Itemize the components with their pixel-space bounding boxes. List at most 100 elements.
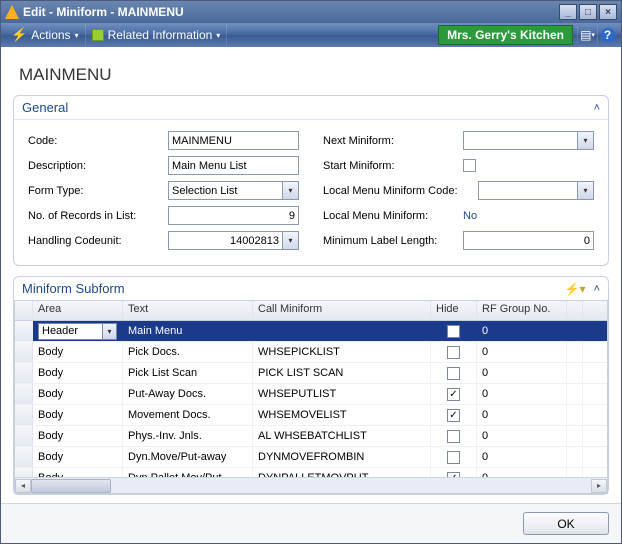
cell-area[interactable]: Header▾ <box>33 321 123 341</box>
titlebar[interactable]: Edit - Miniform - MAINMENU _ □ × <box>1 1 621 23</box>
ok-button[interactable]: OK <box>523 512 609 535</box>
cell-text[interactable]: Phys.-Inv. Jnls. <box>123 426 253 446</box>
row-selector[interactable] <box>15 426 33 446</box>
cell-text[interactable]: Dyn.Move/Put-away <box>123 447 253 467</box>
cell-area[interactable]: Body <box>33 363 123 383</box>
records-input[interactable] <box>168 206 299 225</box>
cell-call[interactable]: WHSEMOVELIST <box>253 405 431 425</box>
close-button[interactable]: × <box>599 4 617 20</box>
hide-checkbox[interactable] <box>447 451 460 464</box>
cell-rf[interactable]: 0 <box>477 321 567 341</box>
minimize-button[interactable]: _ <box>559 4 577 20</box>
row-selector[interactable] <box>15 384 33 404</box>
cell-area[interactable]: Body <box>33 426 123 446</box>
chevron-down-icon[interactable]: ▾ <box>282 181 299 200</box>
hide-checkbox[interactable] <box>447 346 460 359</box>
cell-hide[interactable]: ✓ <box>431 384 477 404</box>
table-row[interactable]: BodyDyn.Pallet Mov/PutDYNPALLETMOVPUT✓0 <box>15 468 607 477</box>
col-rf[interactable]: RF Group No. <box>477 301 567 320</box>
hide-checkbox[interactable] <box>447 325 460 338</box>
table-row[interactable]: BodyPick Docs.WHSEPICKLIST 0 <box>15 342 607 363</box>
hide-checkbox[interactable]: ✓ <box>447 472 460 478</box>
scroll-right-button[interactable]: ▸ <box>591 479 607 493</box>
cell-text[interactable]: Movement Docs. <box>123 405 253 425</box>
cell-hide[interactable] <box>431 321 477 341</box>
scroll-left-button[interactable]: ◂ <box>15 479 31 493</box>
cell-hide[interactable] <box>431 363 477 383</box>
cell-call[interactable]: WHSEPUTLIST <box>253 384 431 404</box>
col-text[interactable]: Text <box>123 301 253 320</box>
row-selector[interactable] <box>15 342 33 362</box>
chevron-down-icon[interactable]: ▾ <box>577 181 594 200</box>
cell-rf[interactable]: 0 <box>477 384 567 404</box>
bolt-icon[interactable]: ⚡▾ <box>565 282 586 296</box>
row-selector[interactable] <box>15 447 33 467</box>
notes-menu[interactable]: ▤▾ <box>577 26 597 44</box>
cell-hide[interactable] <box>431 342 477 362</box>
row-selector[interactable] <box>15 321 33 341</box>
row-selector[interactable] <box>15 468 33 477</box>
cell-text[interactable]: Main Menu <box>123 321 253 341</box>
cell-rf[interactable]: 0 <box>477 426 567 446</box>
hide-checkbox[interactable]: ✓ <box>447 388 460 401</box>
start-miniform-checkbox[interactable] <box>463 159 476 172</box>
chevron-down-icon[interactable]: ▾ <box>577 131 594 150</box>
cell-call[interactable]: PICK LIST SCAN <box>253 363 431 383</box>
cell-area[interactable]: Body <box>33 447 123 467</box>
hide-checkbox[interactable] <box>447 367 460 380</box>
codeunit-input[interactable] <box>168 231 282 250</box>
cell-area[interactable]: Body <box>33 342 123 362</box>
help-button[interactable]: ? <box>597 26 617 44</box>
lmcode-combo[interactable]: ▾ <box>478 181 594 200</box>
lmcode-input[interactable] <box>478 181 577 200</box>
col-hide[interactable]: Hide <box>431 301 477 320</box>
cell-call[interactable]: DYNMOVEFROMBIN <box>253 447 431 467</box>
cell-text[interactable]: Pick Docs. <box>123 342 253 362</box>
chevron-down-icon[interactable]: ▾ <box>282 231 299 250</box>
table-row[interactable]: BodyPut-Away Docs.WHSEPUTLIST ✓ 0 <box>15 384 607 405</box>
horizontal-scrollbar[interactable]: ◂ ▸ <box>15 477 607 493</box>
cell-rf[interactable]: 0 <box>477 342 567 362</box>
chevron-down-icon[interactable]: ▾ <box>102 323 117 340</box>
company-tag[interactable]: Mrs. Gerry's Kitchen <box>438 25 573 45</box>
formtype-input[interactable] <box>168 181 282 200</box>
subform-header[interactable]: Miniform Subform ⚡▾ ˄ <box>14 277 608 300</box>
col-call[interactable]: Call Miniform <box>253 301 431 320</box>
minlen-input[interactable] <box>463 231 594 250</box>
hide-checkbox[interactable] <box>447 430 460 443</box>
cell-area[interactable]: Body <box>33 468 123 477</box>
cell-call[interactable]: AL WHSEBATCHLIST <box>253 426 431 446</box>
col-area[interactable]: Area <box>33 301 123 320</box>
table-row[interactable]: BodyMovement Docs.WHSEMOVELIST ✓ 0 <box>15 405 607 426</box>
cell-text[interactable]: Pick List Scan <box>123 363 253 383</box>
code-input[interactable] <box>168 131 299 150</box>
cell-area[interactable]: Body <box>33 405 123 425</box>
table-row[interactable]: Header▾Main Menu 0 <box>15 321 607 342</box>
hide-checkbox[interactable]: ✓ <box>447 409 460 422</box>
cell-call[interactable]: WHSEPICKLIST <box>253 342 431 362</box>
description-input[interactable] <box>168 156 299 175</box>
scroll-thumb[interactable] <box>31 479 111 493</box>
codeunit-combo[interactable]: ▾ <box>168 231 299 250</box>
cell-area[interactable]: Body <box>33 384 123 404</box>
cell-call[interactable]: DYNPALLETMOVPUT <box>253 468 431 477</box>
table-row[interactable]: BodyPhys.-Inv. Jnls.AL WHSEBATCHLIST 0 <box>15 426 607 447</box>
cell-hide[interactable]: ✓ <box>431 468 477 477</box>
cell-hide[interactable] <box>431 447 477 467</box>
scroll-track[interactable] <box>31 479 591 493</box>
cell-rf[interactable]: 0 <box>477 405 567 425</box>
subform-grid[interactable]: Area Text Call Miniform Hide RF Group No… <box>14 300 608 494</box>
cell-hide[interactable] <box>431 426 477 446</box>
general-header[interactable]: General ˄ <box>14 96 608 120</box>
cell-text[interactable]: Dyn.Pallet Mov/Put <box>123 468 253 477</box>
related-info-menu[interactable]: Related Information ▾ <box>86 24 228 46</box>
row-selector[interactable] <box>15 363 33 383</box>
table-row[interactable]: BodyDyn.Move/Put-awayDYNMOVEFROMBIN 0 <box>15 447 607 468</box>
cell-call[interactable] <box>253 321 431 341</box>
next-miniform-input[interactable] <box>463 131 577 150</box>
actions-menu[interactable]: ⚡ Actions ▾ <box>5 24 86 46</box>
cell-text[interactable]: Put-Away Docs. <box>123 384 253 404</box>
formtype-combo[interactable]: ▾ <box>168 181 299 200</box>
localmenu-value[interactable]: No <box>463 210 477 222</box>
cell-rf[interactable]: 0 <box>477 447 567 467</box>
